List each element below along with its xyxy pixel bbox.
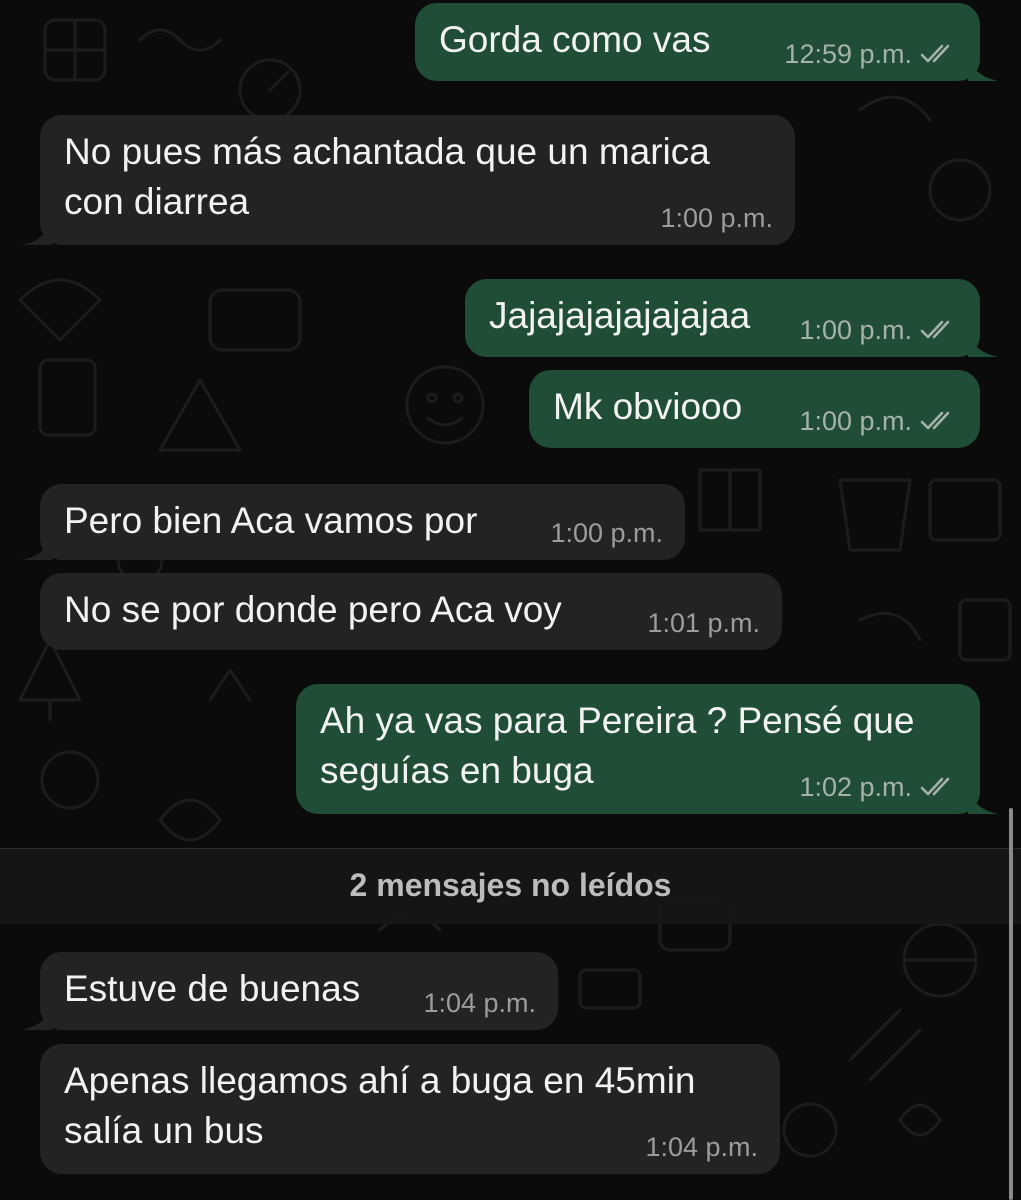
incoming-message[interactable]: Estuve de buenas 1:04 p.m. [22, 952, 558, 1030]
message-time: 1:00 p.m. [550, 518, 663, 548]
message-meta: 12:59 p.m. [784, 39, 958, 69]
message-text: No pues más achantada que un marica [64, 131, 710, 172]
message-meta: 1:00 p.m. [550, 518, 663, 548]
message-text: Ah ya vas para Pereira ? Pensé que [320, 700, 915, 741]
incoming-message[interactable]: Pero bien Aca vamos por 1:00 p.m. [22, 484, 685, 560]
incoming-message[interactable]: No pues más achantada que un marica con d… [22, 115, 795, 245]
incoming-message[interactable]: No se por donde pero Aca voy 1:01 p.m. [40, 573, 782, 650]
message-meta: 1:01 p.m. [647, 608, 760, 638]
message-meta: 1:00 p.m. [799, 406, 958, 436]
message-time: 1:00 p.m. [799, 406, 912, 436]
message-time: 1:04 p.m. [645, 1132, 758, 1162]
message-time: 1:02 p.m. [799, 772, 912, 802]
bubble-tail [968, 327, 998, 357]
outgoing-message[interactable]: Jajajajajajajajaa 1:00 p.m. [465, 279, 998, 357]
message-meta: 1:04 p.m. [645, 1132, 758, 1162]
message-meta: 1:04 p.m. [423, 988, 536, 1018]
incoming-message[interactable]: Apenas llegamos ahí a buga en 45min salía… [40, 1044, 780, 1174]
message-time: 1:04 p.m. [423, 988, 536, 1018]
message-meta: 1:02 p.m. [799, 772, 958, 802]
message-time: 12:59 p.m. [784, 39, 912, 69]
bubble-tail [22, 530, 52, 560]
message-time: 1:01 p.m. [647, 608, 760, 638]
bubble-tail [22, 1000, 52, 1030]
bubble-tail [22, 215, 52, 245]
bubble-tail [968, 51, 998, 81]
outgoing-message[interactable]: Ah ya vas para Pereira ? Pensé que seguía… [296, 684, 998, 814]
message-meta: 1:00 p.m. [799, 315, 958, 345]
chat-messages-area[interactable]: Gorda como vas 12:59 p.m. No pues más acha… [0, 0, 1021, 1200]
read-receipt-double-check-icon [920, 411, 950, 430]
message-text: Apenas llegamos ahí a buga en 45min [64, 1060, 696, 1101]
message-time: 1:00 p.m. [660, 203, 773, 233]
message-meta: 1:00 p.m. [660, 203, 773, 233]
read-receipt-double-check-icon [920, 320, 950, 339]
read-receipt-double-check-icon [920, 777, 950, 796]
outgoing-message[interactable]: Gorda como vas 12:59 p.m. [415, 3, 998, 81]
message-time: 1:00 p.m. [799, 315, 912, 345]
read-receipt-double-check-icon [920, 44, 950, 63]
bubble-tail [968, 784, 998, 814]
outgoing-message[interactable]: Mk obviooo 1:00 p.m. [529, 370, 980, 448]
